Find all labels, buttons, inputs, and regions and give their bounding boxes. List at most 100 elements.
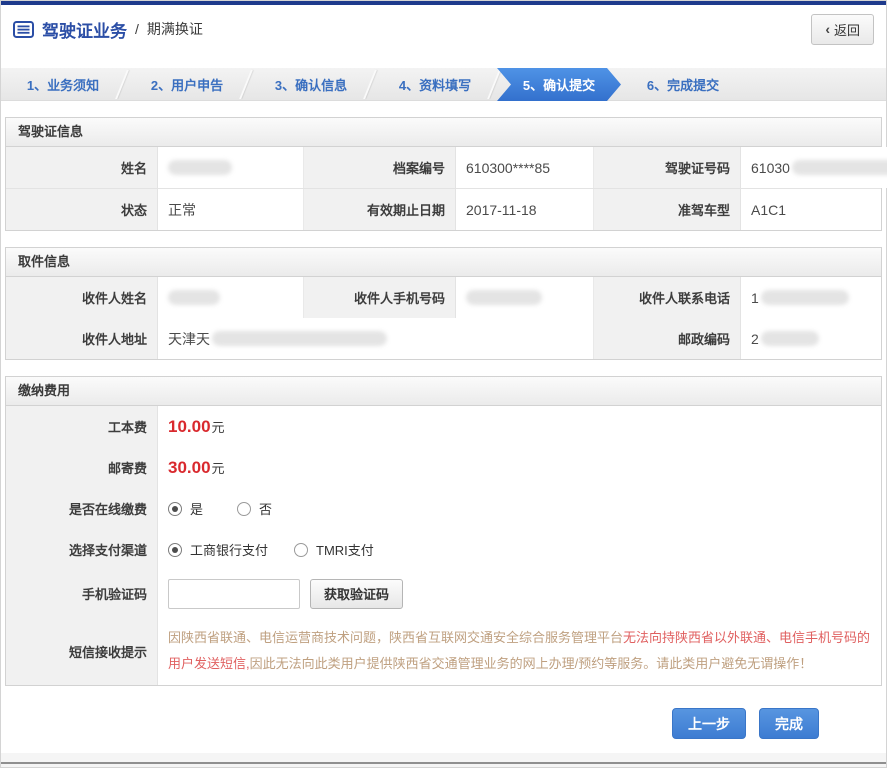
field-label: 手机验证码: [6, 570, 158, 617]
field-label: 是否在线缴费: [6, 488, 158, 529]
redacted-value: [760, 331, 819, 346]
field-value-recipient-phone: 1: [741, 277, 881, 318]
partial-value: 1: [751, 289, 759, 306]
field-sms-notice: 因陕西省联通、电信运营商技术问题，陕西省互联网交通安全综合服务管理平台无法向持陕…: [158, 617, 881, 685]
back-button-label: 返回: [833, 22, 860, 38]
field-label: 收件人手机号码: [304, 277, 456, 318]
step-tab-6: 6、完成提交: [621, 68, 745, 101]
field-label: 短信接收提示: [6, 617, 158, 685]
breadcrumb-separator: /: [135, 21, 139, 37]
redacted-value: [168, 160, 232, 175]
section-title: 缴纳费用: [5, 376, 882, 406]
step-label: 6、完成提交: [646, 78, 720, 93]
field-value-status: 正常: [158, 189, 304, 230]
field-label: 驾驶证号码: [594, 147, 741, 188]
radio-option-icbc[interactable]: 工商银行支付: [168, 540, 268, 559]
field-value-name: [158, 147, 304, 188]
table-row: 状态 正常 有效期止日期 2017-11-18 准驾车型 A1C1: [6, 188, 881, 230]
step-tab-1: 1、业务须知: [1, 68, 125, 101]
field-value-recipient-address: 天津天: [158, 318, 594, 359]
step-label: 1、业务须知: [26, 78, 100, 93]
step-tab-2: 2、用户申告: [125, 68, 249, 101]
steps-filler: [745, 68, 886, 100]
field-online-payment: 是 否: [158, 488, 881, 529]
field-label: 有效期止日期: [304, 189, 456, 230]
field-label: 收件人联系电话: [594, 277, 741, 318]
field-label: 姓名: [6, 147, 158, 188]
partial-value: 天津天: [168, 330, 210, 347]
finish-button[interactable]: 完成: [759, 708, 819, 739]
step-tab-4: 4、资料填写: [373, 68, 497, 101]
table-row: 手机验证码 获取验证码: [6, 570, 881, 617]
field-label: 选择支付渠道: [6, 529, 158, 570]
footer-divider-bar: [1, 762, 886, 764]
table-row: 收件人地址 天津天 邮政编码 2: [6, 318, 881, 359]
field-label: 邮寄费: [6, 447, 158, 488]
fee-amount: 10.00: [168, 416, 211, 436]
field-payment-channel: 工商银行支付 TMRI支付: [158, 529, 881, 570]
radio-option-no[interactable]: 否: [237, 499, 272, 518]
table-row: 工本费 10.00 元: [6, 406, 881, 447]
sms-code-input[interactable]: [168, 578, 300, 609]
footer-actions: 上一步 完成: [5, 708, 882, 739]
section-license-info: 驾驶证信息 姓名 档案编号 610300****85 驾驶证号码 61030 状…: [5, 117, 887, 231]
page-header: 驾驶证业务 / 期满换证 ‹ 返回: [1, 5, 886, 53]
table-row: 邮寄费 30.00 元: [6, 447, 881, 488]
wizard-steps: 1、业务须知 2、用户申告 3、确认信息 4、资料填写 5、确认提交 6、完成提…: [1, 68, 886, 101]
field-label: 收件人姓名: [6, 277, 158, 318]
radio-unchecked-icon[interactable]: [294, 542, 309, 557]
field-label: 工本费: [6, 406, 158, 447]
bottom-strip: [1, 753, 886, 767]
field-label: 状态: [6, 189, 158, 230]
field-label: 档案编号: [304, 147, 456, 188]
field-label: 准驾车型: [594, 189, 741, 230]
redacted-value: [168, 290, 220, 305]
table-row: 选择支付渠道 工商银行支付 TMRI支付: [6, 529, 881, 570]
step-label: 3、确认信息: [274, 78, 348, 93]
field-value-postage-fee: 30.00 元: [158, 447, 881, 488]
step-tab-5-active: 5、确认提交: [497, 68, 621, 101]
radio-label: 工商银行支付: [190, 543, 269, 558]
page-title: 驾驶证业务: [42, 21, 127, 41]
get-code-button[interactable]: 获取验证码: [310, 578, 404, 609]
previous-step-button[interactable]: 上一步: [672, 708, 746, 739]
chevron-left-icon: ‹: [825, 21, 830, 37]
step-tab-3: 3、确认信息: [249, 68, 373, 101]
breadcrumb-current: 期满换证: [146, 21, 203, 37]
field-label: 邮政编码: [594, 318, 741, 359]
back-button[interactable]: ‹ 返回: [811, 13, 874, 45]
radio-label: 是: [190, 502, 204, 517]
field-value-production-fee: 10.00 元: [158, 406, 881, 447]
redacted-value: [760, 290, 849, 305]
step-label: 2、用户申告: [150, 78, 224, 93]
step-label: 5、确认提交: [522, 78, 596, 93]
field-value-postal-code: 2: [741, 318, 881, 359]
radio-checked-icon[interactable]: [168, 501, 182, 516]
field-sms-code: 获取验证码: [158, 570, 881, 617]
partial-value: 2: [751, 330, 759, 347]
field-value-file-number: 610300****85: [456, 147, 594, 188]
field-value-vehicle-class: A1C1: [741, 189, 881, 230]
section-title: 驾驶证信息: [5, 117, 882, 147]
radio-label: TMRI支付: [316, 543, 374, 558]
table-row: 是否在线缴费 是 否: [6, 488, 881, 529]
field-value-license-number: 61030: [741, 147, 887, 188]
redacted-value: [466, 290, 542, 305]
table-row: 收件人姓名 收件人手机号码 收件人联系电话 1: [6, 277, 881, 318]
partial-value: 61030: [751, 159, 790, 176]
notice-text-normal: 因此无法向此类用户提供陕西省交通管理业务的网上办理/预约等服务。请此类用户避免无…: [249, 656, 813, 671]
field-value-recipient-name: [158, 277, 304, 318]
fee-amount: 30.00: [168, 457, 211, 477]
radio-option-tmri[interactable]: TMRI支付: [294, 540, 374, 559]
fee-unit: 元: [211, 420, 225, 435]
radio-checked-icon[interactable]: [168, 542, 182, 557]
redacted-value: [212, 331, 387, 346]
field-value-recipient-mobile: [456, 277, 594, 318]
list-icon: [13, 20, 34, 38]
section-title: 取件信息: [5, 247, 882, 277]
radio-label: 否: [259, 502, 273, 517]
radio-unchecked-icon[interactable]: [237, 501, 252, 516]
field-label: 收件人地址: [6, 318, 158, 359]
radio-option-yes[interactable]: 是: [168, 499, 203, 518]
section-pickup-info: 取件信息 收件人姓名 收件人手机号码 收件人联系电话 1 收件人地址 天津天 邮…: [5, 247, 882, 360]
